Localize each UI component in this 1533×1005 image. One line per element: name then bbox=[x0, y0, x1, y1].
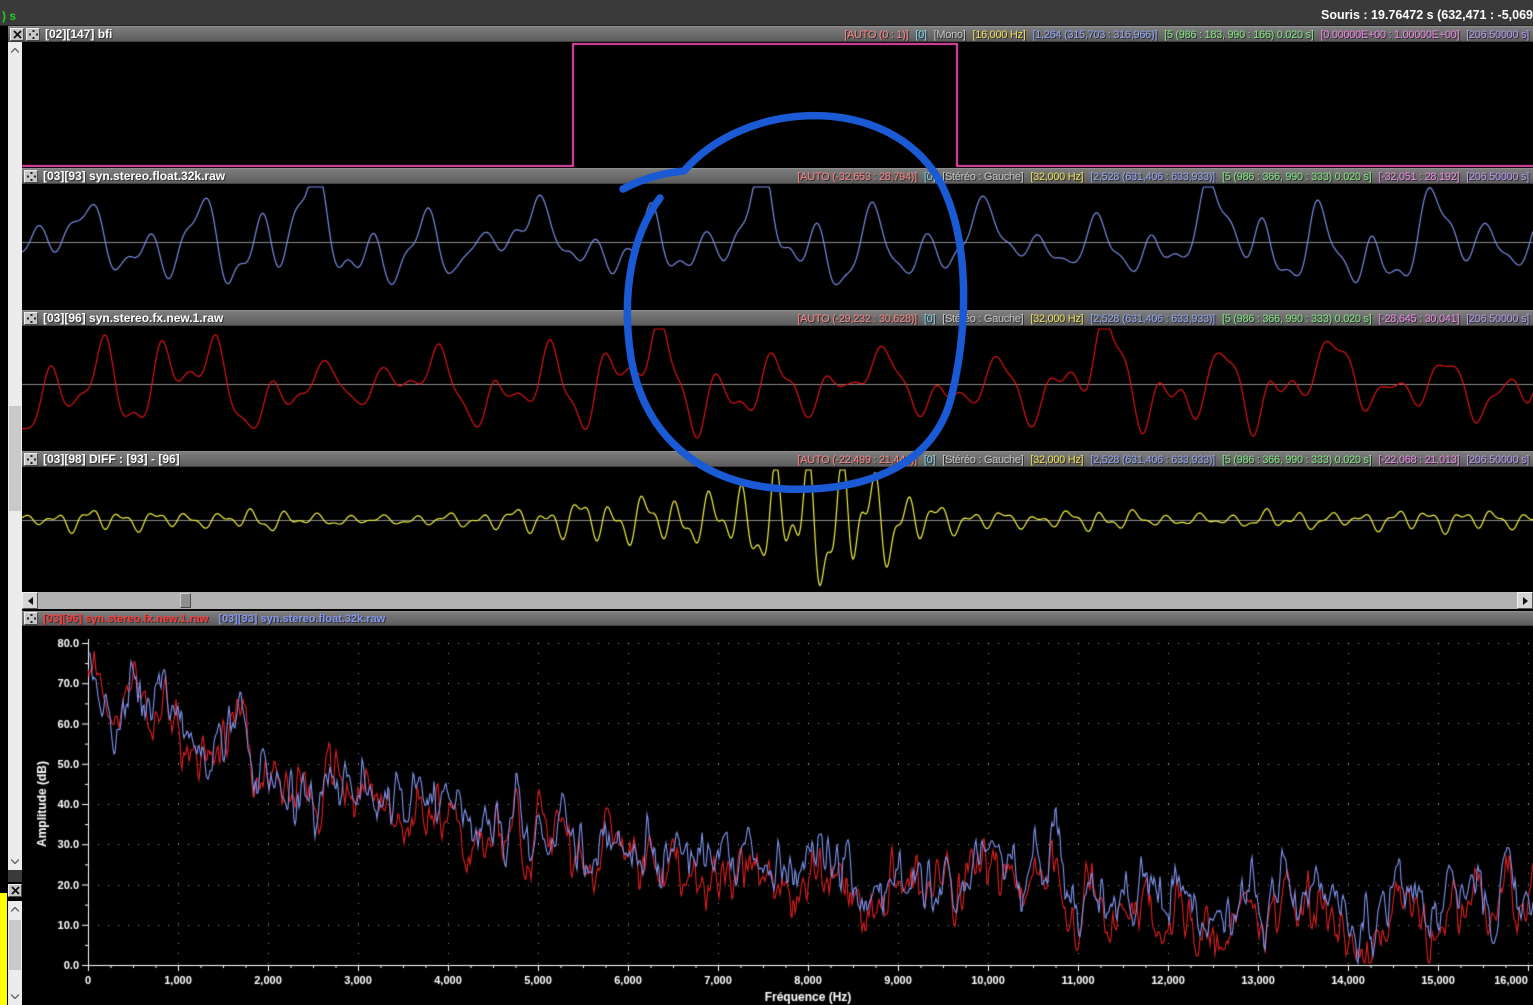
track-info-segment: [5 (986 : 366, 990 : 333) 0.020 s] bbox=[1222, 313, 1371, 325]
scroll-track[interactable] bbox=[8, 59, 22, 853]
track-body-diff[interactable] bbox=[22, 467, 1533, 590]
track-info-segment: [32,000 Hz] bbox=[1030, 171, 1083, 183]
track-info-segment: [206.50000 s] bbox=[1466, 454, 1529, 466]
track-info-segment: [5 (986 : 366, 990 : 333) 0.020 s] bbox=[1222, 171, 1371, 183]
close-icon[interactable] bbox=[10, 28, 24, 41]
track-options-icon[interactable] bbox=[24, 312, 38, 325]
track-info-segment: [Stéréo : Gauche] bbox=[942, 313, 1023, 325]
panel-separator bbox=[8, 870, 22, 882]
track-options-icon[interactable] bbox=[24, 453, 38, 466]
track-info-segment: [0.00000E+00 : 1.00000E+00] bbox=[1321, 29, 1460, 41]
track-info-segment: [-28,645 : 30,041] bbox=[1378, 313, 1459, 325]
scroll-up-icon[interactable] bbox=[8, 42, 22, 59]
track-title: [03][96] syn.stereo.fx.new.1.raw bbox=[43, 311, 223, 325]
spectrum-plot[interactable] bbox=[22, 626, 1533, 1005]
spectrum-legend-item: [03][93] syn.stereo.float.32k.raw bbox=[218, 613, 385, 625]
track-info-segment: [5 (986 : 366, 990 : 333) 0.020 s] bbox=[1222, 454, 1371, 466]
mouse-position-readout: Souris : 19.76472 s (632,471 : -5,069 bbox=[1321, 8, 1533, 22]
track-info-segment: [Stéréo : Gauche] bbox=[942, 454, 1023, 466]
track-options-icon[interactable] bbox=[24, 170, 38, 183]
spectrum-header[interactable]: [03][96] syn.stereo.fx.new.1.raw [03][93]… bbox=[22, 611, 1533, 626]
track-info-segment: [-22,068 : 21,013] bbox=[1378, 454, 1459, 466]
horizontal-scroll-thumb[interactable] bbox=[180, 593, 191, 608]
horizontal-scrollbar[interactable] bbox=[22, 592, 1533, 609]
signal-analyzer-window: ) s Souris : 19.76472 s (632,471 : -5,06… bbox=[0, 0, 1533, 1005]
track-info-segment: [2,528 (631,406 : 633,933)] bbox=[1090, 171, 1215, 183]
track-info-row: [AUTO (0 : 1)] [0] [Mono] [16,000 Hz] [1,264… bbox=[844, 28, 1529, 42]
track-info-row: [AUTO (-22,499 : 21,444)] [0] [Stéréo : Ga… bbox=[797, 453, 1529, 467]
track-header-bfi[interactable]: [02][147] bfi [AUTO (0 : 1)] [0] [Mono] [16… bbox=[8, 26, 1533, 42]
track-info-row: [AUTO (-32,653 : 28,794)] [0] [Stéréo : Ga… bbox=[797, 170, 1529, 184]
track-header-fx-new[interactable]: [03][96] syn.stereo.fx.new.1.raw [AUTO (… bbox=[22, 310, 1533, 326]
status-bar: ) s Souris : 19.76472 s (632,471 : -5,06… bbox=[0, 0, 1533, 26]
vertical-scrollbar-tracks[interactable] bbox=[8, 42, 22, 870]
track-info-segment: [2,528 (631,406 : 633,933)] bbox=[1090, 313, 1215, 325]
status-left-text: ) s bbox=[2, 9, 16, 23]
track-info-segment: [Mono] bbox=[934, 29, 966, 41]
track-info-segment: [0] bbox=[924, 313, 935, 325]
vertical-scroll-thumb[interactable] bbox=[9, 406, 21, 511]
vertical-scrollbar-spectrum[interactable] bbox=[8, 901, 22, 1005]
track-info-segment: [AUTO (-32,653 : 28,794)] bbox=[797, 171, 916, 183]
track-header-float32k[interactable]: [03][93] syn.stereo.float.32k.raw [AUTO … bbox=[22, 168, 1533, 184]
track-title: [02][147] bfi bbox=[45, 27, 112, 41]
spectrum-options-icon[interactable] bbox=[24, 612, 38, 625]
scroll-down-icon[interactable] bbox=[8, 988, 22, 1005]
track-info-segment: [2,528 (631,406 : 633,933)] bbox=[1090, 454, 1215, 466]
track-info-segment: [206.50000 s] bbox=[1466, 313, 1529, 325]
scroll-down-icon[interactable] bbox=[8, 853, 22, 870]
track-info-segment: [32,000 Hz] bbox=[1030, 454, 1083, 466]
track-info-row: [AUTO (-29,232 : 30,628)] [0] [Stéréo : Ga… bbox=[797, 312, 1529, 326]
scroll-track[interactable] bbox=[8, 918, 22, 988]
track-info-segment: [0] bbox=[924, 171, 935, 183]
close-icon[interactable] bbox=[8, 884, 22, 897]
track-title: [03][98] DIFF : [93] - [96] bbox=[43, 452, 180, 466]
track-info-segment: [AUTO (-22,499 : 21,444)] bbox=[797, 454, 916, 466]
scroll-right-icon[interactable] bbox=[1517, 592, 1533, 609]
track-info-segment: [0] bbox=[924, 454, 935, 466]
track-title: [03][93] syn.stereo.float.32k.raw bbox=[43, 169, 225, 183]
scroll-left-icon[interactable] bbox=[22, 592, 38, 609]
track-body-fx-new[interactable] bbox=[22, 326, 1533, 451]
vertical-scroll-thumb[interactable] bbox=[9, 920, 21, 970]
track-info-segment: [0] bbox=[915, 29, 926, 41]
track-header-diff[interactable]: [03][98] DIFF : [93] - [96] [AUTO (-22,4… bbox=[22, 451, 1533, 467]
scroll-up-icon[interactable] bbox=[8, 901, 22, 918]
track-info-segment: [32,000 Hz] bbox=[1030, 313, 1083, 325]
track-body-float32k[interactable] bbox=[22, 184, 1533, 310]
spectrum-legend: [03][96] syn.stereo.fx.new.1.raw [03][93]… bbox=[43, 613, 385, 625]
spectrum-legend-item: [03][96] syn.stereo.fx.new.1.raw bbox=[43, 613, 208, 625]
track-info-segment: [206.50000 s] bbox=[1466, 171, 1529, 183]
track-info-segment: [AUTO (0 : 1)] bbox=[844, 29, 908, 41]
track-info-segment: [Stéréo : Gauche] bbox=[942, 171, 1023, 183]
track-info-segment: [16,000 Hz] bbox=[973, 29, 1026, 41]
track-body-bfi[interactable] bbox=[22, 42, 1533, 168]
track-info-segment: [-32,051 : 28,192] bbox=[1378, 171, 1459, 183]
track-info-segment: [206.50000 s] bbox=[1466, 29, 1529, 41]
yellow-indicator-strip bbox=[0, 893, 7, 1005]
track-info-segment: [1,264 (315,703 : 316,966)] bbox=[1032, 29, 1157, 41]
track-options-icon[interactable] bbox=[26, 28, 40, 41]
track-info-segment: [5 (986 : 183, 990 : 166) 0.020 s] bbox=[1164, 29, 1313, 41]
track-info-segment: [AUTO (-29,232 : 30,628)] bbox=[797, 313, 916, 325]
